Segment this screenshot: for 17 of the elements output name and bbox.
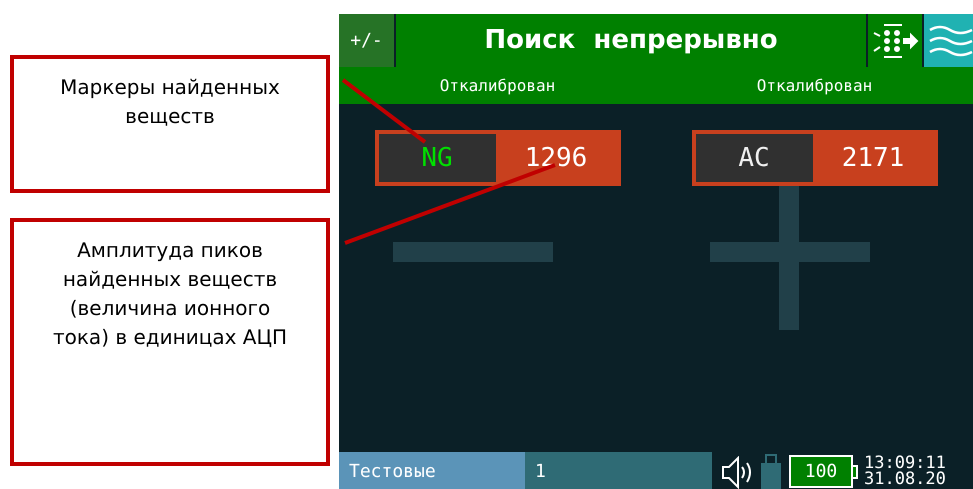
calibration-status: Откалиброван: [440, 74, 556, 96]
callout-box: Амплитуда пиков найденных веществ (величина ионного тока) в единицах АЦП: [10, 218, 330, 466]
library-label[interactable]: Тестовые: [339, 452, 525, 489]
mode-title: Поиск непрерывно: [484, 24, 778, 57]
calibration-status: Откалиброван: [756, 74, 872, 96]
marker-label: AC: [738, 142, 770, 174]
callout-box: Маркеры найденных веществ: [10, 55, 330, 193]
marker-label: NG: [421, 142, 453, 174]
waves-icon[interactable]: [928, 24, 973, 58]
amplitude-value: 2171: [840, 142, 906, 174]
battery-indicator: 100: [789, 455, 858, 488]
clock-time: 13:09:11: [864, 455, 946, 471]
clock-date: 31.08.20: [864, 471, 946, 487]
usb-stick-icon: [760, 454, 782, 489]
amplitude-value: 1296: [524, 142, 588, 174]
number-field: 1: [525, 452, 712, 489]
sign-toggle-button[interactable]: +/-: [339, 14, 396, 67]
